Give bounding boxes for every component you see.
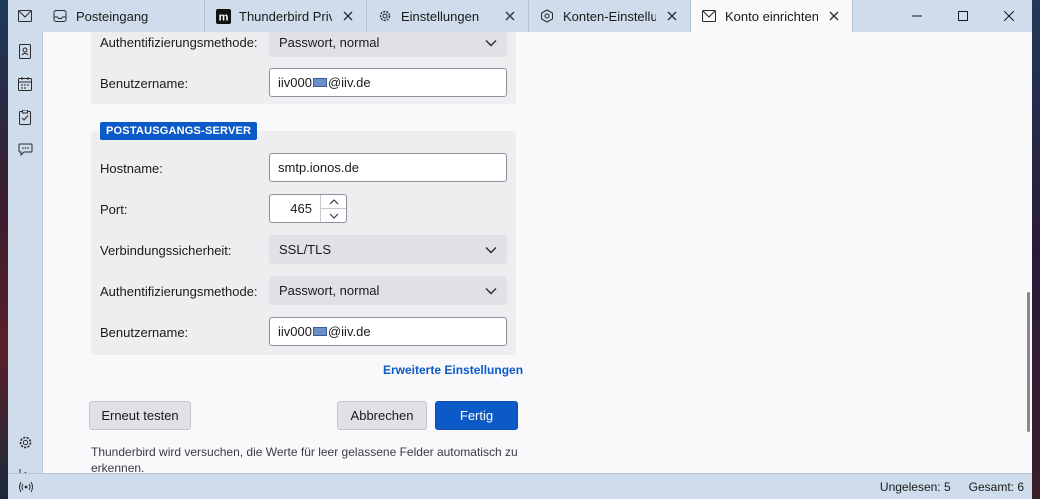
incoming-auth-value: Passwort, normal <box>279 35 380 50</box>
chevron-up-icon <box>329 198 338 204</box>
username-suffix: @iiv.de <box>327 75 371 90</box>
tab-account-setup[interactable]: Konto einrichten <box>691 0 853 32</box>
retest-button[interactable]: Erneut testen <box>89 401 191 430</box>
tab-label: Posteingang <box>76 8 149 24</box>
spaces-toolbar <box>8 32 43 499</box>
port-increment-button[interactable] <box>321 195 346 208</box>
close-icon <box>1004 11 1014 21</box>
hostname-input[interactable]: smtp.ionos.de <box>269 153 507 182</box>
tab-inbox[interactable]: Posteingang <box>42 0 205 32</box>
mail-space-button[interactable] <box>8 0 42 32</box>
tasks-button[interactable] <box>16 108 34 126</box>
desktop-background-left <box>0 0 8 499</box>
address-book-button[interactable] <box>16 42 34 60</box>
tab-label: Konto einrichten <box>725 8 818 24</box>
maximize-icon <box>958 11 968 21</box>
tab-label: Einstellungen <box>401 8 480 24</box>
port-decrement-button[interactable] <box>321 208 346 222</box>
chevron-down-icon <box>329 213 338 219</box>
port-stepper[interactable]: 465 <box>269 194 347 223</box>
settings-button[interactable] <box>16 433 34 451</box>
tasks-icon <box>19 109 31 125</box>
scrollbar-thumb[interactable] <box>1027 292 1030 432</box>
outgoing-auth-value: Passwort, normal <box>279 283 380 298</box>
chevron-down-icon <box>485 39 497 46</box>
mail-icon <box>701 8 717 24</box>
address-book-icon <box>19 43 31 59</box>
username-prefix: iiv000 <box>278 75 312 90</box>
calendar-icon <box>18 77 32 91</box>
chevron-down-icon <box>485 287 497 294</box>
account-settings-icon <box>539 8 555 24</box>
incoming-auth-select[interactable]: Passwort, normal <box>269 32 507 57</box>
calendar-button[interactable] <box>16 75 34 93</box>
unread-count: Ungelesen: 5 <box>879 479 951 494</box>
close-icon[interactable] <box>826 8 842 24</box>
status-counts: Ungelesen: 5 Gesamt: 6 <box>880 480 1032 494</box>
incoming-auth-label: Authentifizierungsmethode: <box>100 35 258 50</box>
mail-icon <box>18 10 32 22</box>
outgoing-server-badge: POSTAUSGANGS-SERVER <box>100 122 258 140</box>
thunderbird-window: Posteingang m Thunderbird Privac Einstel… <box>8 0 1032 499</box>
gear-icon <box>377 8 393 24</box>
close-icon[interactable] <box>664 8 680 24</box>
outgoing-username-label: Benutzername: <box>100 325 189 340</box>
incoming-username-label: Benutzername: <box>100 76 189 91</box>
tab-account-settings[interactable]: Konten-Einstellung <box>529 0 691 32</box>
username-suffix: @iiv.de <box>327 324 371 339</box>
window-controls <box>894 0 1032 32</box>
chat-button[interactable] <box>16 141 34 159</box>
advanced-settings-link[interactable]: Erweiterte Einstellungen <box>383 363 523 377</box>
account-setup-page: Authentifizierungsmethode: Passwort, nor… <box>43 32 1032 473</box>
online-status-button[interactable] <box>8 481 43 493</box>
outgoing-username-input[interactable]: iiv000 @iiv.de <box>269 317 507 346</box>
redaction-mark <box>312 327 327 336</box>
cancel-button[interactable]: Abbrechen <box>337 401 427 430</box>
minimize-button[interactable] <box>894 0 940 32</box>
maximize-button[interactable] <box>940 0 986 32</box>
svg-text:m: m <box>218 11 228 23</box>
connection-security-value: SSL/TLS <box>279 242 332 257</box>
online-status-icon <box>18 481 33 492</box>
redaction-mark <box>312 78 327 87</box>
minimize-icon <box>912 15 922 17</box>
gear-icon <box>19 436 31 448</box>
outgoing-auth-select[interactable]: Passwort, normal <box>269 276 507 305</box>
port-value: 465 <box>290 201 312 216</box>
tab-label: Konten-Einstellung <box>563 8 656 24</box>
tab-thunderbird-privacy[interactable]: m Thunderbird Privac <box>205 0 367 32</box>
close-window-button[interactable] <box>986 0 1032 32</box>
tab-settings[interactable]: Einstellungen <box>367 0 529 32</box>
connection-security-select[interactable]: SSL/TLS <box>269 235 507 264</box>
inbox-icon <box>52 8 68 24</box>
tab-bar: Posteingang m Thunderbird Privac Einstel… <box>8 0 1032 32</box>
outgoing-auth-label: Authentifizierungsmethode: <box>100 284 258 299</box>
done-button[interactable]: Fertig <box>435 401 518 430</box>
status-bar: Ungelesen: 5 Gesamt: 6 <box>8 473 1032 499</box>
tab-label: Thunderbird Privac <box>239 8 332 24</box>
total-count: Gesamt: 6 <box>968 479 1024 494</box>
port-label: Port: <box>100 202 128 217</box>
username-prefix: iiv000 <box>278 324 312 339</box>
close-icon[interactable] <box>340 8 356 24</box>
connection-security-label: Verbindungssicherheit: <box>100 243 232 258</box>
chat-icon <box>18 143 32 157</box>
desktop-background-right <box>1032 0 1040 499</box>
autodetect-hint: Thunderbird wird versuchen, die Werte fü… <box>91 445 518 473</box>
port-spinner <box>320 195 346 222</box>
m-logo-icon: m <box>215 8 231 24</box>
hostname-label: Hostname: <box>100 161 163 176</box>
hostname-value: smtp.ionos.de <box>278 160 359 175</box>
incoming-username-input[interactable]: iiv000 @iiv.de <box>269 68 507 97</box>
chevron-down-icon <box>485 246 497 253</box>
close-icon[interactable] <box>502 8 518 24</box>
